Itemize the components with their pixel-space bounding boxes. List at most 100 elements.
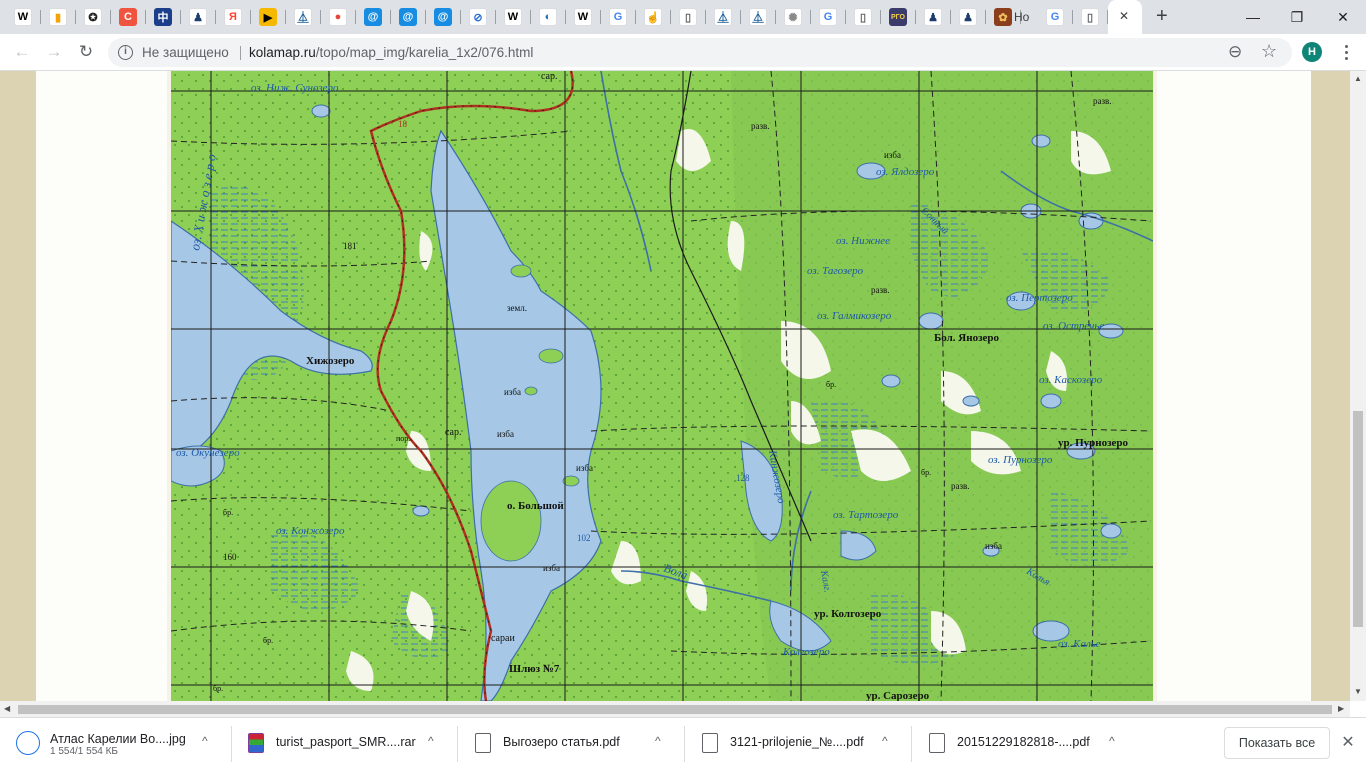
label-h128: 128 [736,473,750,483]
label-por: пор. [396,434,410,443]
scroll-right-icon[interactable]: ▶ [1338,704,1344,713]
forward-button[interactable]: → [40,38,68,66]
google-tab-3[interactable]: G [1046,8,1064,26]
label-kaskozero: оз. Каскозеро [1039,374,1103,386]
at-tab-2[interactable]: @ [399,8,417,26]
minimize-button[interactable]: — [1230,0,1276,34]
chevron-up-icon[interactable]: ^ [428,734,434,748]
globe-tab[interactable]: ◐ [539,8,557,26]
tab-title-truncated[interactable]: Но [1014,10,1029,24]
chart-tab[interactable]: ▮ [49,8,67,26]
download-item[interactable]: turist_pasport_SMR....rar ^ [248,718,448,769]
film-tab[interactable]: ✪ [84,8,102,26]
page-tab-1[interactable]: ▯ [679,8,697,26]
label-zeml: земл. [507,303,527,313]
tower-tab-3[interactable]: ⏅ [749,8,767,26]
chevron-up-icon[interactable]: ^ [882,734,888,748]
download-shelf: Атлас Карелии Во....jpg 1 554/1 554 КБ ^… [0,717,1366,768]
tab-separator [390,10,391,24]
maximize-button[interactable]: ❐ [1274,0,1320,34]
image-file-icon [16,731,40,755]
label-br-3: бр. [223,508,233,517]
download-item[interactable]: 20151229182818-....pdf ^ [929,718,1129,769]
shelf-divider [911,726,912,762]
scroll-up-icon[interactable]: ▲ [1354,74,1362,83]
rgo-tab[interactable]: РГО [889,8,907,26]
tab-close-icon[interactable]: ✕ [1119,9,1129,23]
wikipedia-tab[interactable]: W [14,8,32,26]
at-tab-3[interactable]: @ [434,8,452,26]
show-all-button[interactable]: Показать все [1224,727,1330,759]
reload-button[interactable]: ↻ [72,38,100,66]
profile-avatar[interactable]: H [1302,42,1322,62]
label-ostrechye: оз. Остречье [1043,320,1104,332]
close-shelf-icon[interactable]: ✕ [1338,732,1358,752]
label-o-bolshoy: о. Большой [507,500,564,512]
label-nizhnee: оз. Нижнее [836,235,890,247]
label-saray: сараи [491,633,515,644]
chevron-up-icon[interactable]: ^ [1109,734,1115,748]
url-text[interactable]: kolamap.ru/topo/map_img/karelia_1x2/076.… [249,45,533,60]
maps-tab[interactable]: ● [329,8,347,26]
download-item[interactable]: Выгозеро статья.pdf ^ [475,718,675,769]
orange-tab[interactable]: C [119,8,137,26]
topographic-map[interactable]: оз. Ниж. Сунозеро оз. Х и ж о з е р о оз… [171,71,1153,701]
google-tab-2[interactable]: G [819,8,837,26]
back-button[interactable]: ← [8,38,36,66]
active-tab[interactable]: ✕ [1108,0,1142,34]
tower-tab[interactable]: ⏅ [294,8,312,26]
google-tab-1[interactable]: G [609,8,627,26]
yandex-tab[interactable]: Я [224,8,242,26]
bookmark-star-icon[interactable]: ☆ [1261,41,1277,62]
label-izba-4: изба [543,563,560,573]
person-tab-3[interactable]: ♟ [959,8,977,26]
menu-icon[interactable] [1336,41,1356,63]
label-izba-2: изба [497,429,514,439]
download-name: Атлас Карелии Во....jpg [50,732,186,746]
tab-separator [845,10,846,24]
emblem-tab[interactable]: ✺ [784,8,802,26]
label-sar-top: сар. [541,71,558,82]
chevron-up-icon[interactable]: ^ [202,734,208,748]
tab-separator [180,10,181,24]
play-tab[interactable]: ▶ [259,8,277,26]
scroll-left-icon[interactable]: ◀ [4,704,10,713]
page-tab-2[interactable]: ▯ [854,8,872,26]
page-tab-3[interactable]: ▯ [1081,8,1099,26]
tab-separator [320,10,321,24]
horizontal-scrollbar[interactable]: ◀ ▶ [0,701,1350,717]
horizontal-scroll-thumb[interactable] [18,705,1332,714]
wikipedia-tab-2[interactable]: W [504,8,522,26]
tower-tab-2[interactable]: ⏅ [714,8,732,26]
address-bar[interactable]: i Не защищено kolamap.ru/topo/map_img/ka… [108,38,1292,67]
label-izba-6: изба [985,541,1002,551]
at-tab-1[interactable]: @ [364,8,382,26]
person-tab[interactable]: ♟ [189,8,207,26]
vertical-scrollbar[interactable]: ▲ ▼ [1350,71,1366,701]
person-tab-2[interactable]: ♟ [924,8,942,26]
label-nizh-sunozero: оз. Ниж. Сунозеро [251,82,339,94]
scroll-down-icon[interactable]: ▼ [1354,687,1362,696]
download-item[interactable]: Атлас Карелии Во....jpg 1 554/1 554 КБ ^ [16,718,226,769]
info-icon[interactable]: i [118,45,133,60]
wikipedia-tab-3[interactable]: W [574,8,592,26]
zoom-icon[interactable]: ⊖ [1228,42,1242,62]
tab-separator [75,10,76,24]
label-izba-5: изба [884,150,901,160]
vertical-scroll-thumb[interactable] [1353,411,1363,627]
blue-glyph-tab[interactable]: 中 [154,8,172,26]
label-purnozero: оз. Пурнозеро [988,454,1053,466]
hand-tab[interactable]: ☝ [644,8,662,26]
chevron-up-icon[interactable]: ^ [655,734,661,748]
tab-separator [425,10,426,24]
tab-separator [740,10,741,24]
new-tab-button[interactable]: + [1156,5,1168,28]
download-item[interactable]: 3121-prilojenie_№....pdf ^ [702,718,902,769]
tab-separator [110,10,111,24]
brown-tab[interactable]: ✿ [994,8,1012,26]
compass-tab[interactable]: ⊘ [469,8,487,26]
close-window-button[interactable]: ✕ [1320,0,1366,34]
label-razv-2: разв. [871,285,890,295]
download-name: 20151229182818-....pdf [957,735,1090,749]
security-label[interactable]: Не защищено [142,45,229,60]
